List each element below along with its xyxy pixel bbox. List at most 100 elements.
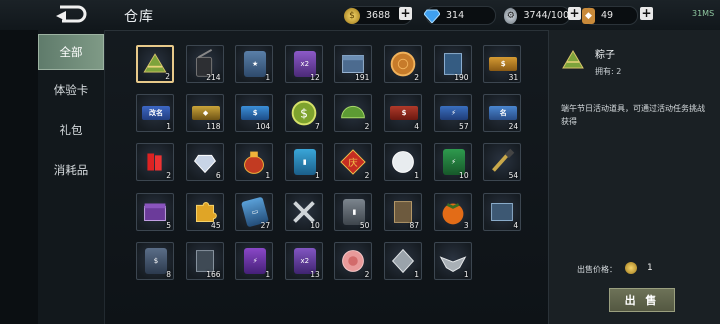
item-slot-x2-card-purple-2[interactable]: x2 13 bbox=[284, 241, 323, 280]
item-count: 1 bbox=[265, 73, 271, 82]
item-slot-energy-card-purple[interactable]: ⚡ 1 bbox=[235, 241, 274, 280]
item-count: 10 bbox=[459, 171, 469, 181]
item-count: 190 bbox=[454, 73, 469, 82]
tab-trial-cards[interactable]: 体验卡 bbox=[38, 72, 104, 108]
item-slot-red-envelope[interactable]: 庆2 bbox=[334, 143, 373, 182]
energy-value: 3744/100 bbox=[523, 10, 569, 21]
item-slot-rose[interactable]: 2 bbox=[334, 241, 373, 280]
item-count: 2 bbox=[166, 171, 171, 181]
item-name: 粽子 bbox=[595, 50, 615, 61]
item-count: 2 bbox=[364, 122, 370, 132]
item-slot-firecracker[interactable]: 2 bbox=[136, 143, 174, 182]
diamond-counter: 314 bbox=[424, 6, 496, 25]
item-count: 12 bbox=[310, 73, 320, 82]
item-count: 57 bbox=[459, 122, 469, 132]
item-slot-snowball[interactable]: 1 bbox=[384, 143, 422, 182]
item-count: 27 bbox=[260, 220, 271, 230]
item-slot-helmet-green[interactable]: 2 bbox=[334, 94, 373, 133]
item-count: 118 bbox=[206, 122, 221, 132]
item-slot-blue-card[interactable]: ▮ 1 bbox=[284, 143, 323, 182]
item-count: 214 bbox=[206, 73, 221, 82]
back-icon[interactable] bbox=[52, 3, 88, 25]
item-count: 13 bbox=[310, 269, 320, 279]
item-slot-energy-card-green[interactable]: ⚡ 10 bbox=[433, 143, 472, 182]
svg-text:庆: 庆 bbox=[349, 157, 359, 169]
sell-button[interactable]: 出 售 bbox=[609, 288, 675, 312]
item-count: 166 bbox=[206, 269, 221, 279]
item-slot-puzzle[interactable]: 45 bbox=[185, 192, 224, 231]
item-count: 31 bbox=[508, 73, 519, 82]
item-count: 3 bbox=[463, 220, 469, 230]
item-count: 104 bbox=[255, 122, 271, 132]
item-count: 2 bbox=[414, 73, 419, 82]
item-slot-book-blue[interactable]: 190 bbox=[433, 45, 472, 83]
tab-gift-packs[interactable]: 礼包 bbox=[38, 112, 104, 148]
item-slot-red-gold-ticket[interactable]: $4 bbox=[384, 94, 422, 133]
item-slot-grey-card[interactable]: ▮ 50 bbox=[334, 192, 373, 231]
item-slot-chest-purple[interactable]: 5 bbox=[136, 192, 174, 231]
category-tabs: 全部 体验卡 礼包 消耗品 bbox=[38, 30, 105, 324]
item-slot-gold-card-2[interactable]: $8 bbox=[136, 241, 174, 280]
item-count: 87 bbox=[409, 220, 419, 230]
item-slot-phone-card[interactable]: ▭ 27 bbox=[235, 192, 274, 231]
zongzi-icon bbox=[562, 50, 584, 69]
ticket-icon: ◆ bbox=[582, 7, 595, 24]
item-count: 2 bbox=[165, 72, 170, 81]
item-count: 6 bbox=[215, 171, 221, 181]
energy-icon: ⚙ bbox=[504, 7, 518, 24]
energy-add-button[interactable]: + bbox=[568, 7, 581, 20]
energy-counter: ⚙ 3744/100 bbox=[504, 6, 570, 25]
item-slot-emblem-silver[interactable]: 1 bbox=[384, 241, 422, 280]
item-slot-emblem-wings[interactable]: 1 bbox=[433, 241, 472, 280]
item-count: 24 bbox=[508, 122, 519, 132]
item-slot-gold-card[interactable]: ★ 1 bbox=[235, 45, 274, 83]
ticket-add-button[interactable]: + bbox=[640, 7, 653, 20]
item-slot-wrench-tools[interactable]: 10 bbox=[284, 192, 323, 231]
tab-all[interactable]: 全部 bbox=[38, 34, 104, 70]
item-slot-lucky-bag[interactable]: 1 bbox=[235, 143, 274, 182]
item-count: 1 bbox=[265, 269, 271, 279]
item-slot-book-dark[interactable]: 166 bbox=[185, 241, 224, 280]
item-slot-mooncake[interactable]: 2 bbox=[384, 45, 422, 83]
item-slot-paintbrush[interactable]: 54 bbox=[483, 143, 522, 182]
item-slot-diamond-badge[interactable]: 6 bbox=[185, 143, 224, 182]
item-count: 10 bbox=[310, 220, 320, 230]
item-slot-crate-blue[interactable]: 191 bbox=[334, 45, 373, 83]
item-slot-blue-ticket-2[interactable]: 名 24 bbox=[483, 94, 522, 133]
ticket-counter: ◆ 49 bbox=[582, 6, 638, 25]
item-owned-count: 拥有: 2 bbox=[595, 67, 622, 76]
item-slot-blue-ticket[interactable]: $104 bbox=[235, 94, 274, 133]
left-edge bbox=[0, 30, 38, 324]
item-slot-crate-steel[interactable]: 4 bbox=[483, 192, 522, 231]
item-count: 191 bbox=[355, 73, 370, 82]
item-slot-gold-ticket-2[interactable]: ◆ 118 bbox=[185, 94, 224, 133]
gold-add-button[interactable]: + bbox=[399, 7, 412, 20]
item-count: 1 bbox=[265, 171, 271, 181]
item-slot-gold-ticket[interactable]: $31 bbox=[483, 45, 522, 83]
item-count: 5 bbox=[166, 220, 171, 230]
item-count: 1 bbox=[315, 171, 320, 181]
item-count: 2 bbox=[364, 171, 370, 181]
item-slot-zongzi[interactable]: 2 bbox=[136, 45, 174, 83]
item-count: 1 bbox=[166, 122, 171, 132]
price-value: 1 bbox=[647, 263, 653, 273]
item-slot-book-brown[interactable]: 87 bbox=[384, 192, 422, 231]
item-count: 2 bbox=[364, 269, 370, 279]
gold-value: 3688 bbox=[366, 10, 391, 21]
inventory-screen: 仓库 $ 3688 + 314 ⚙ 3744/100 + ◆ 49 + 31MS… bbox=[0, 0, 720, 324]
item-slot-persimmon[interactable]: 3 bbox=[433, 192, 472, 231]
item-slot-walkie-talkie[interactable]: 214 bbox=[185, 45, 224, 83]
item-slot-energy-ticket[interactable]: ⚡ 57 bbox=[433, 94, 472, 133]
item-count: 4 bbox=[414, 122, 419, 132]
item-count: 1 bbox=[414, 171, 419, 181]
svg-text:$: $ bbox=[300, 107, 308, 121]
item-slot-coin-green[interactable]: $7 bbox=[284, 94, 323, 133]
item-description: 端午节日活动道具，可通过活动任务挑战获得 bbox=[561, 104, 705, 126]
item-count: 8 bbox=[166, 269, 171, 279]
item-slot-ticket-rename[interactable]: 改名 1 bbox=[136, 94, 174, 133]
item-slot-x2-card-purple[interactable]: x2 12 bbox=[284, 45, 323, 83]
page-title: 仓库 bbox=[124, 9, 154, 25]
tab-consumables[interactable]: 消耗品 bbox=[38, 152, 104, 188]
item-count: 4 bbox=[513, 220, 519, 230]
item-detail-panel: 粽子 拥有: 2 端午节日活动道具，可通过活动任务挑战获得 出售价格： 1 出 … bbox=[548, 30, 720, 324]
